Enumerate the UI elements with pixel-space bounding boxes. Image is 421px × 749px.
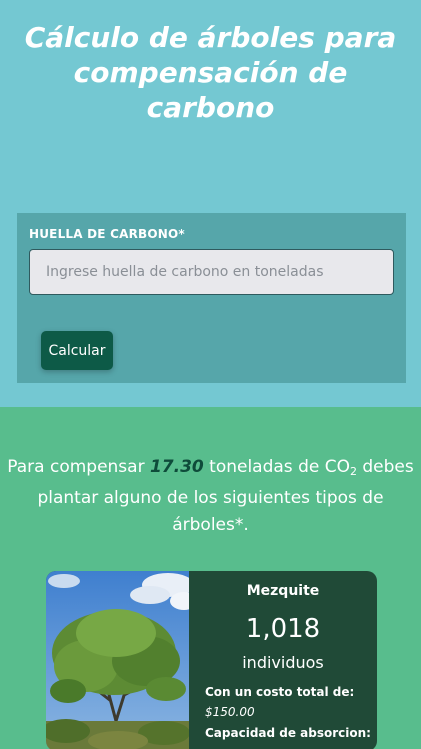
carbon-amount: 17.30: [149, 457, 204, 477]
page-title: Cálculo de árboles para compensación de …: [24, 21, 397, 124]
cost-label: Con un costo total de:: [205, 685, 355, 699]
absorption-label: Capacidad de absorcion:: [205, 726, 371, 740]
carbon-form: HUELLA DE CARBONO* Calcular: [17, 213, 406, 383]
co2-subscript: 2: [349, 465, 357, 478]
results-section: Para compensar 17.30 toneladas de CO2 de…: [0, 407, 421, 749]
carbon-footprint-label: HUELLA DE CARBONO*: [29, 227, 185, 241]
result-text-mid: toneladas de CO: [203, 457, 350, 477]
tree-card-mezquite: Mezquite 1,018 individuos Con un costo t…: [46, 571, 377, 749]
tree-unit: individuos: [242, 653, 324, 672]
calculator-section: Cálculo de árboles para compensación de …: [0, 0, 421, 407]
result-text-before: Para compensar: [7, 457, 150, 477]
carbon-footprint-input[interactable]: [29, 249, 394, 295]
tree-name: Mezquite: [246, 583, 320, 599]
tree-info: Mezquite 1,018 individuos Con un costo t…: [189, 571, 377, 749]
calculate-button[interactable]: Calcular: [41, 331, 113, 370]
tree-photo: [46, 571, 189, 749]
mesquite-tree-image: [46, 571, 189, 749]
tree-count: 1,018: [245, 614, 321, 644]
result-message: Para compensar 17.30 toneladas de CO2 de…: [0, 454, 421, 539]
cost-value: $150.00: [205, 705, 255, 719]
